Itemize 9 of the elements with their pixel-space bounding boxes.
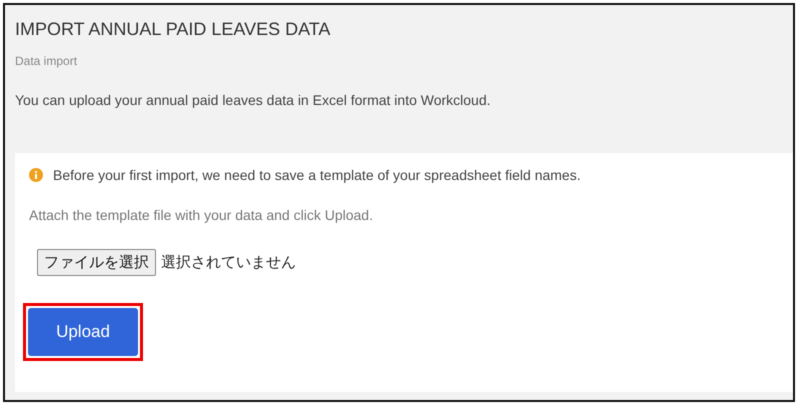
- info-icon: [29, 168, 43, 182]
- file-status: 選択されていません: [161, 253, 296, 272]
- page-subtitle: Data import: [15, 54, 78, 68]
- page-title: IMPORT ANNUAL PAID LEAVES DATA: [15, 19, 332, 40]
- notice-text: Before your first import, we need to save a template of your spreadsheet field names.: [53, 167, 581, 183]
- instruction-text: Attach the template file with your data and click Upload.: [29, 207, 374, 223]
- page-description: You can upload your annual paid leaves data in Excel format into Workcloud.: [15, 92, 492, 108]
- upload-button[interactable]: Upload: [28, 308, 138, 356]
- choose-file-button[interactable]: ファイルを選択: [37, 249, 156, 276]
